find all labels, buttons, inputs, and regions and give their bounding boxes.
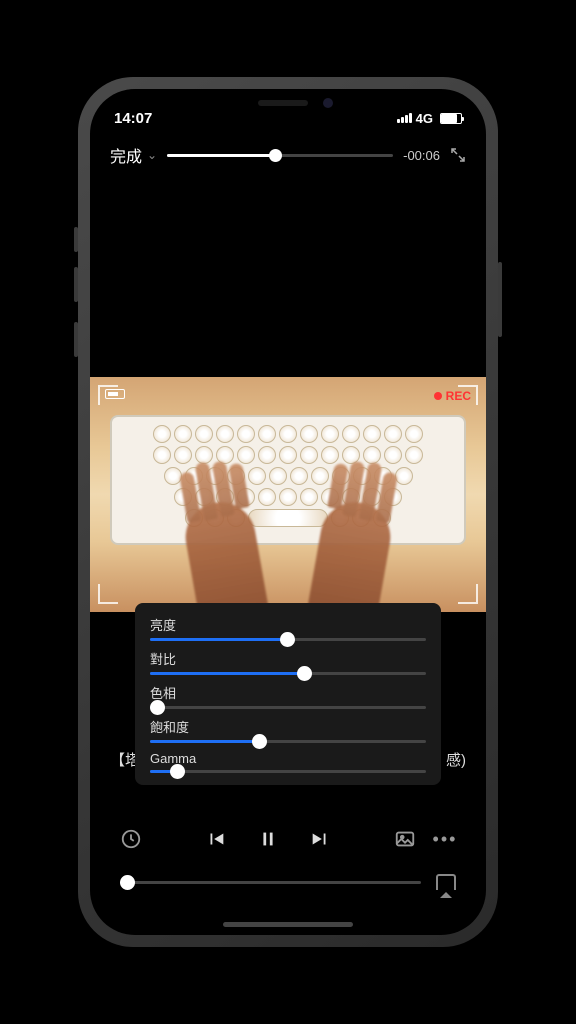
time-remaining: -00:06 (403, 148, 440, 163)
hue-label: 色相 (150, 683, 426, 702)
progress-thumb[interactable] (269, 149, 282, 162)
screen: 14:07 4G 完成 ⌄ -00:06 (90, 89, 486, 935)
keyboard-visual (110, 415, 466, 545)
status-right: 4G (397, 111, 462, 126)
volume-slider[interactable] (120, 881, 421, 884)
brightness-slider[interactable] (150, 638, 426, 641)
network-label: 4G (416, 111, 433, 126)
more-icon[interactable]: ••• (434, 828, 456, 850)
signal-icon (397, 113, 412, 123)
hue-slider-row: 色相 (150, 683, 426, 709)
chevron-down-icon: ⌄ (147, 148, 157, 162)
slider-thumb[interactable] (297, 666, 312, 681)
expand-icon[interactable] (450, 147, 466, 163)
picture-icon[interactable] (394, 828, 416, 850)
rec-indicator: REC (434, 389, 471, 403)
phone-frame: 14:07 4G 完成 ⌄ -00:06 (78, 77, 498, 947)
done-button[interactable]: 完成 ⌄ (110, 143, 157, 167)
hue-slider[interactable] (150, 706, 426, 709)
slider-thumb[interactable] (252, 734, 267, 749)
slider-thumb[interactable] (150, 700, 165, 715)
video-frame: REC (90, 377, 486, 612)
next-track-icon[interactable] (309, 828, 331, 850)
gamma-label: Gamma (150, 751, 426, 766)
volume-slider-row (120, 874, 456, 890)
top-controls: 完成 ⌄ -00:06 (90, 133, 486, 177)
rec-dot-icon (434, 392, 442, 400)
airplay-icon[interactable] (436, 874, 456, 890)
home-indicator[interactable] (223, 922, 353, 927)
saturation-slider-row: 飽和度 (150, 717, 426, 743)
previous-track-icon[interactable] (205, 828, 227, 850)
playback-progress-bar[interactable] (167, 154, 393, 157)
volume-thumb[interactable] (120, 875, 135, 890)
notch (198, 89, 378, 117)
playback-controls: ••• (90, 828, 486, 850)
gamma-slider-row: Gamma (150, 751, 426, 773)
phone-side-buttons-right (498, 262, 502, 337)
saturation-slider[interactable] (150, 740, 426, 743)
brightness-slider-row: 亮度 (150, 615, 426, 641)
slider-thumb[interactable] (280, 632, 295, 647)
video-player[interactable]: REC (90, 377, 486, 612)
contrast-slider-row: 對比 (150, 649, 426, 675)
adjustment-panel: 亮度 對比 色相 飽和度 (135, 603, 441, 785)
pause-icon[interactable] (257, 828, 279, 850)
slider-thumb[interactable] (170, 764, 185, 779)
saturation-label: 飽和度 (150, 717, 426, 736)
phone-side-buttons-left (74, 227, 78, 377)
overlay-battery-icon (105, 389, 125, 399)
history-icon[interactable] (120, 828, 142, 850)
gamma-slider[interactable] (150, 770, 426, 773)
title-suffix: 感) (446, 749, 466, 770)
contrast-slider[interactable] (150, 672, 426, 675)
contrast-label: 對比 (150, 649, 426, 668)
status-time: 14:07 (114, 110, 152, 127)
battery-icon (440, 113, 462, 124)
